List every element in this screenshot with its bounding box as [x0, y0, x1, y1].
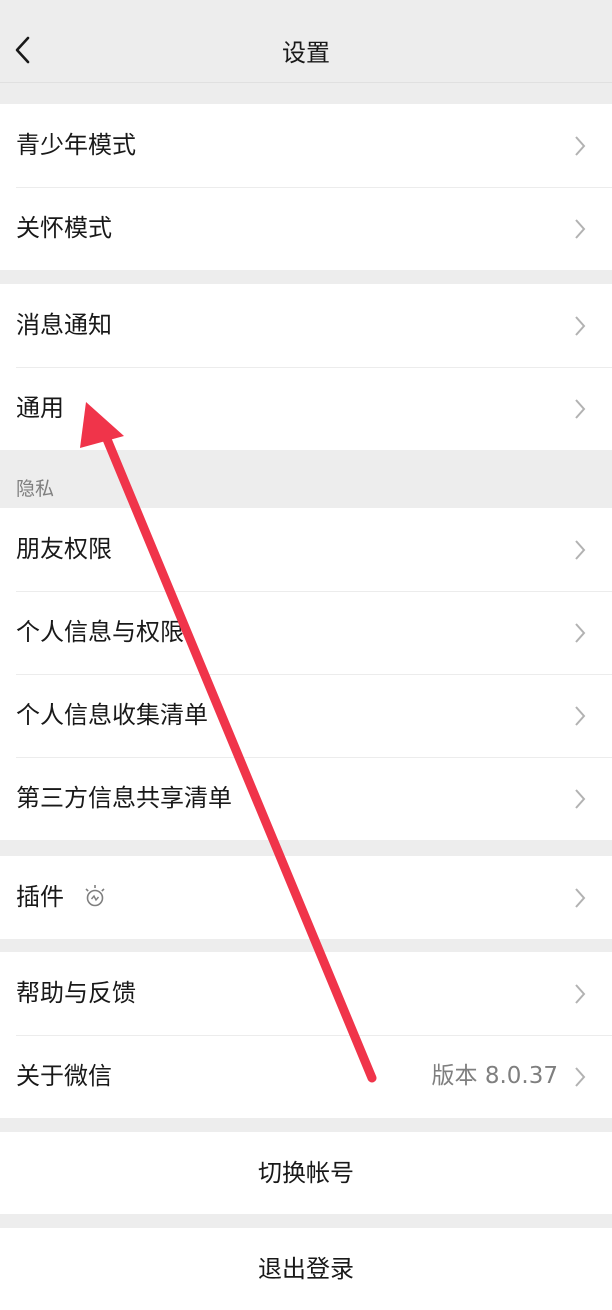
section-header-privacy: 隐私	[16, 478, 55, 500]
row-label: 插件	[16, 883, 64, 911]
row-plugins[interactable]: 插件	[0, 856, 612, 939]
row-label: 消息通知	[16, 311, 112, 339]
row-youth-mode[interactable]: 青少年模式	[0, 104, 612, 187]
chevron-right-icon	[575, 984, 586, 1004]
switch-account-button[interactable]: 切换帐号	[0, 1132, 612, 1214]
row-personal-info-collection[interactable]: 个人信息收集清单	[0, 674, 612, 757]
row-help-feedback[interactable]: 帮助与反馈	[0, 952, 612, 1035]
settings-group-modes: 青少年模式 关怀模式	[0, 104, 612, 270]
row-care-mode[interactable]: 关怀模式	[0, 187, 612, 270]
row-third-party-sharing[interactable]: 第三方信息共享清单	[0, 757, 612, 840]
navigation-bar: 设置	[0, 0, 612, 83]
row-label: 帮助与反馈	[16, 979, 136, 1007]
row-label: 个人信息与权限	[16, 618, 184, 646]
chevron-right-icon	[575, 623, 586, 643]
row-personal-info-permissions[interactable]: 个人信息与权限	[0, 591, 612, 674]
logout-button[interactable]: 退出登录	[0, 1228, 612, 1310]
row-general[interactable]: 通用	[0, 367, 612, 450]
chevron-right-icon	[575, 888, 586, 908]
chevron-right-icon	[575, 136, 586, 156]
settings-group-general: 消息通知 通用	[0, 284, 612, 450]
settings-group-plugins: 插件	[0, 856, 612, 939]
row-label: 关于微信	[16, 1062, 112, 1090]
row-label: 青少年模式	[16, 131, 136, 159]
chevron-right-icon	[575, 219, 586, 239]
row-about-wechat[interactable]: 关于微信 版本 8.0.37	[0, 1035, 612, 1118]
chevron-right-icon	[575, 540, 586, 560]
row-label: 个人信息收集清单	[16, 701, 208, 729]
row-label: 朋友权限	[16, 535, 112, 563]
row-label: 第三方信息共享清单	[16, 784, 232, 812]
settings-group-help: 帮助与反馈 关于微信 版本 8.0.37	[0, 952, 612, 1118]
version-text: 版本 8.0.37	[431, 1063, 558, 1089]
page-title: 设置	[282, 39, 330, 67]
plugin-bulb-icon	[85, 885, 105, 907]
chevron-right-icon	[575, 316, 586, 336]
chevron-right-icon	[575, 399, 586, 419]
row-label: 关怀模式	[16, 214, 112, 242]
chevron-right-icon	[575, 1067, 586, 1087]
chevron-right-icon	[575, 789, 586, 809]
row-label: 通用	[16, 394, 64, 422]
chevron-right-icon	[575, 706, 586, 726]
row-friend-permissions[interactable]: 朋友权限	[0, 508, 612, 591]
row-notifications[interactable]: 消息通知	[0, 284, 612, 367]
settings-group-privacy: 朋友权限 个人信息与权限 个人信息收集清单 第三方信息共享清单	[0, 508, 612, 840]
